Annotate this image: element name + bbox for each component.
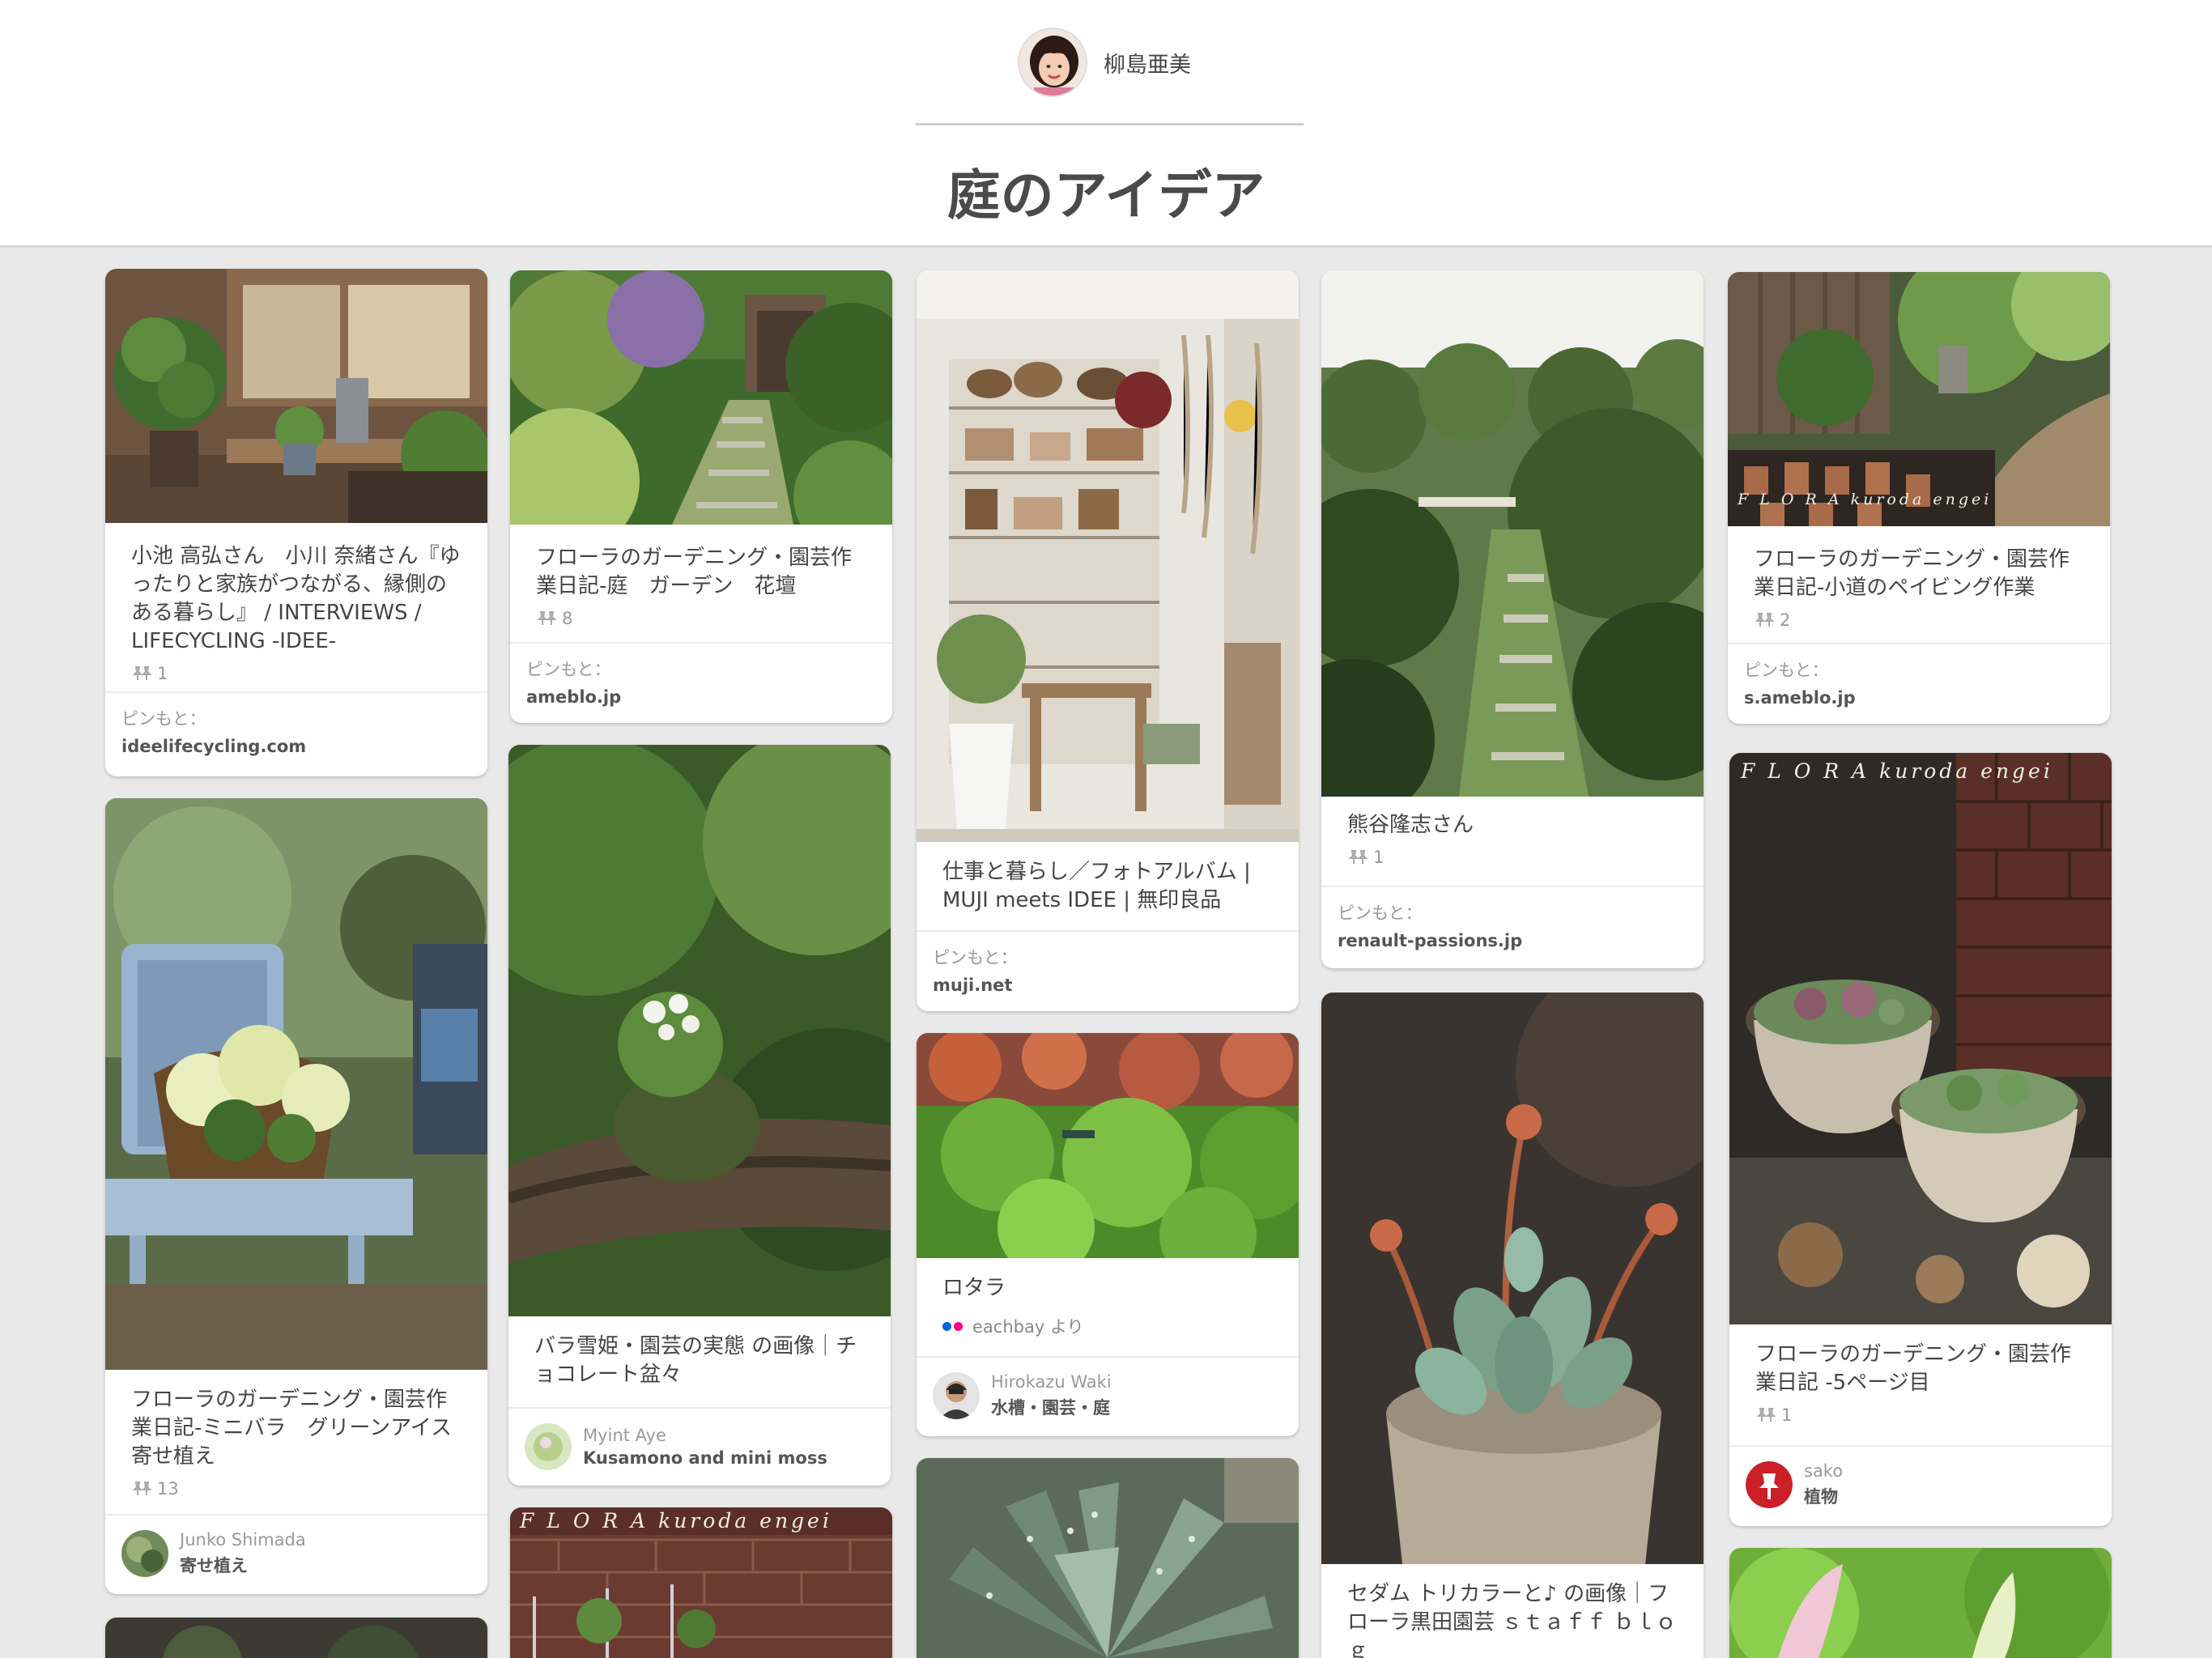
pin-pinner[interactable]: sako 植物 — [1729, 1445, 2112, 1526]
pin-image[interactable] — [1728, 272, 2110, 526]
repin-count: 13 — [105, 1479, 487, 1499]
via-attribution[interactable]: eachbay より — [917, 1314, 1299, 1338]
repin-count: 8 — [510, 609, 892, 628]
pin-image[interactable] — [1729, 753, 2112, 1324]
pin-image[interactable] — [105, 1618, 487, 1658]
pin-source[interactable]: ピンもと： ameblo.jp — [510, 642, 892, 723]
repin-count-value: 1 — [1781, 1405, 1793, 1425]
pinner-board[interactable]: 水槽・園芸・庭 — [991, 1395, 1112, 1419]
pin-source[interactable]: ピンもと： renault-passions.jp — [1321, 886, 1704, 968]
pin-image[interactable] — [508, 745, 891, 1316]
source-label: ピンもと： — [526, 660, 611, 679]
source-label: ピンもと： — [933, 948, 1018, 967]
pin-image[interactable] — [1321, 993, 1704, 1564]
pinner-board[interactable]: Kusamono and mini moss — [583, 1448, 827, 1468]
pin-image[interactable] — [917, 1033, 1299, 1258]
source-domain[interactable]: renault-passions.jp — [1338, 931, 1687, 950]
repin-icon — [131, 1481, 152, 1497]
pinner-name[interactable]: Junko Shimada — [180, 1530, 306, 1550]
repin-icon — [1755, 1407, 1776, 1423]
pin-card[interactable]: フローラのガーデニング・園芸作業日記 -5ページ目 1 sako 植物 F L … — [1729, 753, 2112, 1526]
via-text[interactable]: eachbay より — [972, 1314, 1084, 1338]
pin-pinner[interactable]: Hirokazu Waki 水槽・園芸・庭 — [917, 1356, 1299, 1436]
pin-image[interactable] — [917, 1458, 1299, 1658]
source-label: ピンもと： — [1338, 903, 1423, 923]
repin-count: 1 — [105, 664, 487, 683]
title-divider — [916, 123, 1304, 125]
repin-count-value: 1 — [1373, 848, 1385, 867]
pin-card[interactable]: フローラのガーデニング・園芸作業日記-小道のペイビング作業 2 ピンもと： s.… — [1728, 272, 2110, 724]
board-header: 柳島亜美 庭のアイデア — [0, 0, 2212, 248]
pin-source[interactable]: ピンもと： s.ameblo.jp — [1728, 643, 2110, 724]
pinner-board[interactable]: 植物 — [1804, 1484, 1843, 1508]
watermark: F L O R A kuroda engei — [1741, 759, 2053, 783]
source-label: ピンもと： — [1744, 661, 1829, 680]
repin-count: 1 — [1321, 848, 1704, 867]
pin-description: フローラのガーデニング・園芸作業日記-ミニバラ グリーンアイス 寄せ植え — [131, 1388, 474, 1469]
pin-image[interactable] — [1729, 1548, 2112, 1658]
pin-image[interactable] — [105, 269, 487, 523]
repin-count: 1 — [1729, 1405, 2112, 1425]
pin-card[interactable]: ロタラ eachbay より Hirokazu Waki 水槽・園芸・庭 — [917, 1033, 1299, 1436]
source-domain[interactable]: ameblo.jp — [526, 687, 876, 707]
pin-description: ロタラ — [942, 1276, 1006, 1300]
flickr-icon — [942, 1321, 963, 1331]
pin-source[interactable]: ピンもと： ideelifecycling.com — [105, 691, 487, 776]
pin-card[interactable]: フローラのガーデニング・園芸作業日記-庭 ガーデン 花壇 8 ピンもと： ame… — [510, 270, 892, 723]
pin-description: 小池 高弘さん 小川 奈緒さん『ゆったりと家族がつながる、縁側のある暮らし』 /… — [131, 544, 461, 653]
pin-card[interactable]: 熊谷隆志さん 1 ピンもと： renault-passions.jp — [1321, 270, 1704, 968]
pin-image[interactable] — [917, 270, 1299, 842]
pinterest-logo-icon[interactable] — [1746, 1461, 1793, 1508]
pinner-name[interactable]: sako — [1804, 1461, 1843, 1481]
pinner-avatar[interactable] — [121, 1530, 168, 1577]
pin-description: セダム トリカラーと♪ の画像｜フローラ黒田園芸 ｓｔａｆｆ ｂｌｏｇ — [1347, 1582, 1677, 1658]
pin-card[interactable]: バラ雪姫・園芸の実態 の画像｜チョコレート盆々 Myint Aye Kusamo… — [508, 745, 891, 1486]
source-domain[interactable]: ideelifecycling.com — [121, 737, 471, 756]
board-owner[interactable]: 柳島亜美 — [1018, 28, 1191, 97]
pin-image[interactable] — [1321, 270, 1704, 797]
repin-count-value: 2 — [1780, 610, 1791, 630]
pin-pinner[interactable]: Myint Aye Kusamono and mini moss — [508, 1407, 891, 1486]
pin-card[interactable]: フローラのガーデニング・園芸作業日記-ミニバラ グリーンアイス 寄せ植え 13 … — [105, 798, 487, 1594]
pin-image[interactable] — [510, 270, 892, 525]
pin-description: フローラのガーデニング・園芸作業日記-庭 ガーデン 花壇 — [536, 546, 853, 598]
pin-card[interactable]: セダム トリカラーと♪ の画像｜フローラ黒田園芸 ｓｔａｆｆ ｂｌｏｇ — [1321, 993, 1704, 1658]
pin-card[interactable] — [105, 1618, 487, 1658]
pinner-name[interactable]: Hirokazu Waki — [991, 1372, 1112, 1392]
source-domain[interactable]: s.ameblo.jp — [1744, 688, 2094, 708]
repin-count-value: 8 — [562, 609, 573, 628]
pin-description: 仕事と暮らし／フォトアルバム | MUJI meets IDEE | 無印良品 — [942, 860, 1251, 912]
repin-icon — [1347, 849, 1368, 865]
repin-icon — [1754, 612, 1775, 628]
pin-description: フローラのガーデニング・園芸作業日記 -5ページ目 — [1755, 1342, 2072, 1395]
source-label: ピンもと： — [121, 709, 206, 729]
pin-card[interactable] — [1729, 1548, 2112, 1658]
pinner-avatar[interactable] — [525, 1423, 572, 1470]
board-title: 庭のアイデア — [946, 164, 1266, 227]
pin-card[interactable]: 仕事と暮らし／フォトアルバム | MUJI meets IDEE | 無印良品 … — [917, 270, 1299, 1011]
owner-avatar[interactable] — [1018, 28, 1087, 97]
owner-name[interactable]: 柳島亜美 — [1104, 47, 1191, 79]
pin-pinner[interactable]: Junko Shimada 寄せ植え — [105, 1514, 487, 1594]
pin-description: フローラのガーデニング・園芸作業日記-小道のペイビング作業 — [1754, 547, 2070, 600]
pinner-name[interactable]: Myint Aye — [583, 1426, 827, 1445]
pinner-board[interactable]: 寄せ植え — [180, 1553, 306, 1577]
pinner-avatar[interactable] — [933, 1372, 980, 1419]
pin-description: 熊谷隆志さん — [1347, 813, 1474, 837]
pin-card[interactable] — [917, 1458, 1299, 1658]
pin-card[interactable]: F L O R A kuroda engei — [510, 1507, 892, 1658]
repin-count-value: 13 — [157, 1479, 179, 1499]
pin-image[interactable] — [105, 798, 487, 1370]
watermark: F L O R A kuroda engei — [520, 1509, 832, 1533]
repin-count: 2 — [1728, 610, 2110, 630]
source-domain[interactable]: muji.net — [933, 976, 1283, 995]
pin-description: バラ雪姫・園芸の実態 の画像｜チョコレート盆々 — [534, 1334, 857, 1387]
repin-icon — [131, 665, 152, 682]
repin-icon — [536, 610, 557, 627]
repin-count-value: 1 — [157, 664, 168, 683]
watermark: F L O R A kuroda engei — [1738, 491, 1993, 508]
pin-card[interactable]: 小池 高弘さん 小川 奈緒さん『ゆったりと家族がつながる、縁側のある暮らし』 /… — [105, 269, 487, 776]
pin-source[interactable]: ピンもと： muji.net — [917, 930, 1299, 1011]
